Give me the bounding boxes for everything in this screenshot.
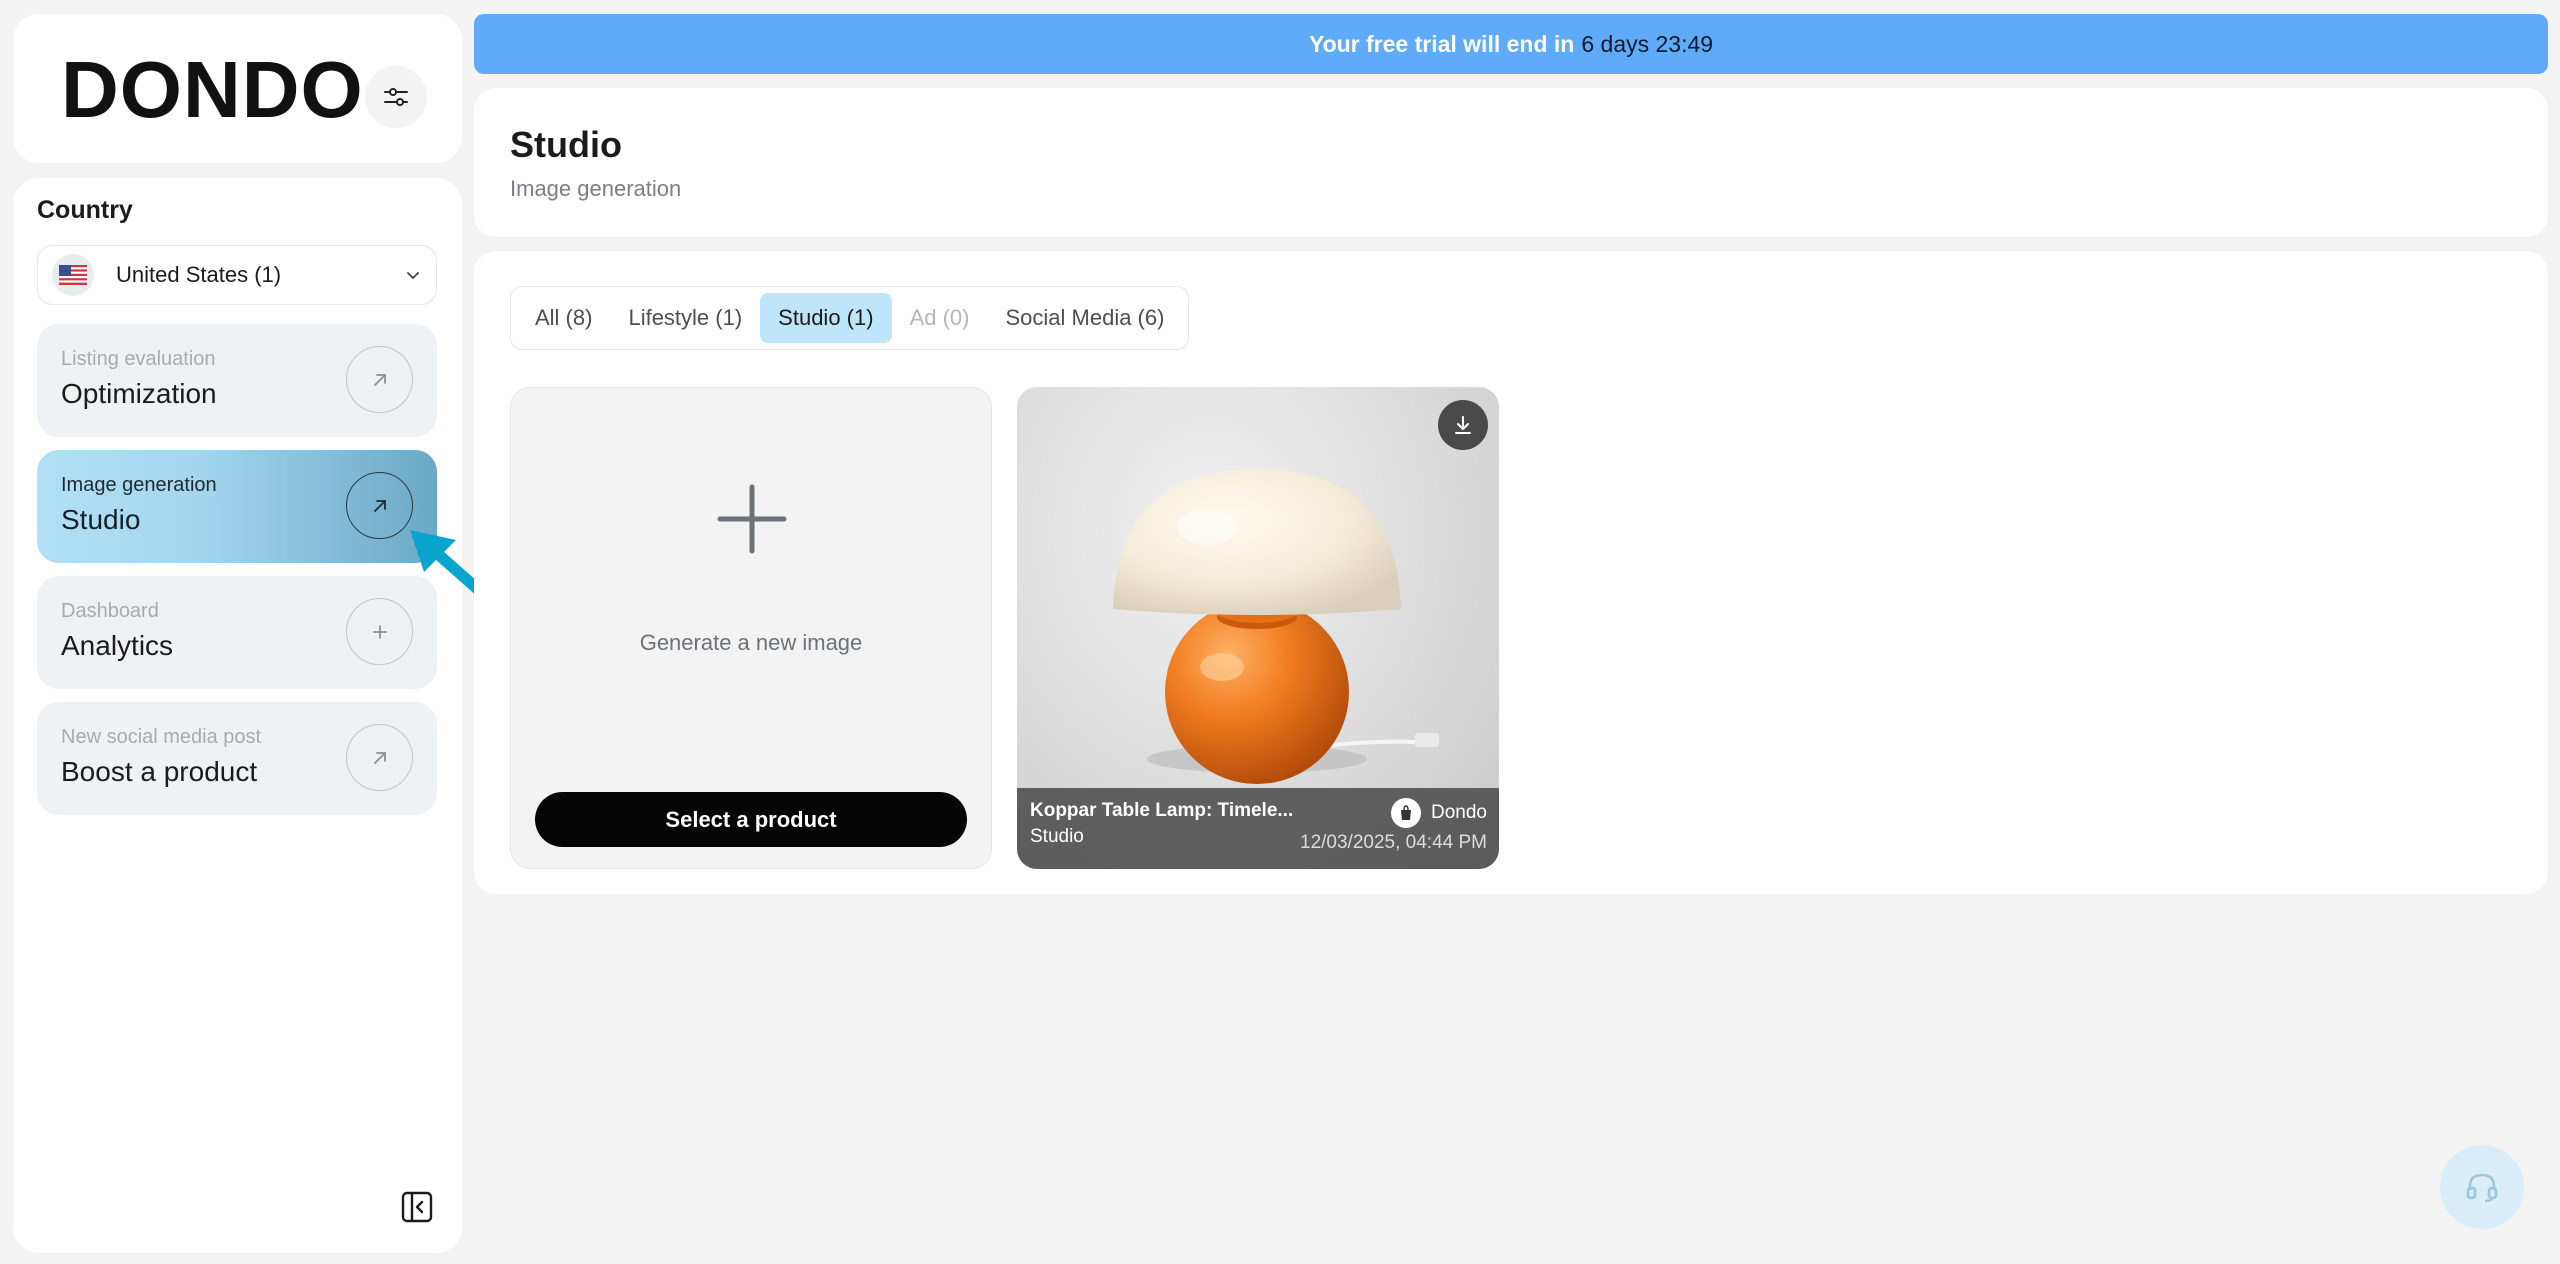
sidebar-item-label: Studio <box>61 504 141 535</box>
sidebar-item-sub: New social media post <box>61 726 262 748</box>
arrow-up-right-icon[interactable] <box>346 472 413 539</box>
plus-icon[interactable] <box>346 598 413 665</box>
support-button[interactable] <box>2440 1145 2524 1229</box>
plus-icon <box>717 484 787 554</box>
gallery-item-type: Studio <box>1030 826 1084 847</box>
country-label: Country <box>37 196 133 224</box>
logo: DONDO <box>61 45 364 134</box>
sidebar-item-analytics[interactable]: Dashboard Analytics <box>37 576 437 689</box>
sidebar-item-studio[interactable]: Image generation Studio <box>37 450 437 563</box>
trial-time: 6 days 23:49 <box>1581 30 1714 57</box>
shopify-bag-icon <box>1391 798 1421 828</box>
collapse-sidebar-button[interactable] <box>401 1191 433 1223</box>
us-flag-icon <box>52 254 94 296</box>
country-select[interactable]: United States (1) <box>37 245 437 305</box>
gallery-item-brand-name: Dondo <box>1431 802 1487 823</box>
sidebar-item-label: Boost a product <box>61 756 258 787</box>
gallery-item-info: Koppar Table Lamp: Timele... Studio Dond… <box>1017 788 1499 869</box>
select-product-button[interactable]: Select a product <box>535 792 967 847</box>
sidebar-item-label: Analytics <box>61 630 174 661</box>
logo-card: DONDO <box>13 14 462 163</box>
sliders-icon <box>384 88 408 106</box>
chevron-down-icon <box>407 272 419 279</box>
tab-social-media[interactable]: Social Media (6) <box>987 293 1182 343</box>
sidebar-collapse-icon <box>401 1191 433 1223</box>
gallery-item-date: 12/03/2025, 04:44 PM <box>1300 832 1487 853</box>
download-icon <box>1455 416 1471 434</box>
tab-lifestyle[interactable]: Lifestyle (1) <box>610 293 760 343</box>
tab-studio[interactable]: Studio (1) <box>760 293 892 343</box>
new-image-text: Generate a new image <box>639 630 863 655</box>
download-button[interactable] <box>1438 400 1488 450</box>
new-image-card[interactable]: Generate a new image Select a product <box>510 387 992 869</box>
gallery-item-name: Koppar Table Lamp: Timele... <box>1030 800 1294 821</box>
tab-ad: Ad (0) <box>909 305 970 330</box>
sidebar: Country United States (1) Listing evalua… <box>13 178 462 1253</box>
page-title: Studio <box>510 124 622 165</box>
main-content: All (8) Lifestyle (1) Studio (1) Ad (0) … <box>474 251 2548 894</box>
trial-text: Your free trial will end in <box>1308 30 1575 57</box>
arrow-up-right-icon[interactable] <box>346 346 413 413</box>
country-value: United States (1) <box>116 262 282 287</box>
sidebar-item-optimization[interactable]: Listing evaluation Optimization <box>37 324 437 437</box>
page-subtitle: Image generation <box>510 176 682 201</box>
sidebar-item-sub: Image generation <box>61 474 217 496</box>
tab-all[interactable]: All (8) <box>517 293 610 343</box>
filter-tabs: All (8) Lifestyle (1) Studio (1) Ad (0) … <box>510 286 1190 350</box>
filter-settings-button[interactable] <box>365 66 427 128</box>
page-header: Studio Image generation <box>474 88 2548 237</box>
arrow-up-right-icon[interactable] <box>346 724 413 791</box>
trial-banner: Your free trial will end in 6 days 23:49 <box>474 14 2548 74</box>
headset-icon <box>2466 1173 2498 1203</box>
sidebar-item-boost-product[interactable]: New social media post Boost a product <box>37 702 437 815</box>
sidebar-item-label: Optimization <box>61 378 217 409</box>
sidebar-item-sub: Dashboard <box>61 600 159 622</box>
sidebar-item-sub: Listing evaluation <box>61 348 216 370</box>
gallery-item[interactable]: Koppar Table Lamp: Timele... Studio Dond… <box>1017 387 1499 869</box>
gallery-item-brand: Dondo <box>1391 798 1487 828</box>
